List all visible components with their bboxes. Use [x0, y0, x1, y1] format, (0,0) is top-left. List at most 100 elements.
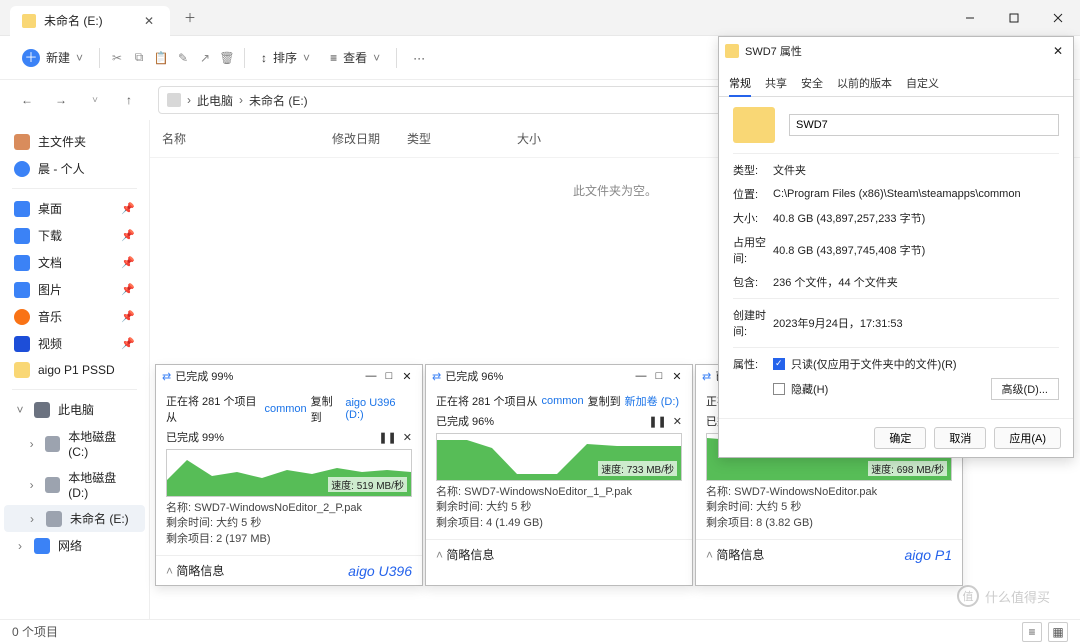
- drive-icon: [46, 511, 62, 527]
- sidebar-personal[interactable]: 晨 - 个人: [4, 155, 145, 182]
- window-controls: [948, 3, 1080, 33]
- prop-type: 文件夹: [773, 162, 1059, 178]
- minimize-button[interactable]: —: [362, 370, 380, 382]
- new-tab-button[interactable]: ＋: [176, 4, 204, 32]
- pin-icon[interactable]: 📌: [121, 202, 135, 215]
- copy-dst[interactable]: 新加卷 (D:): [625, 393, 679, 409]
- maximize-button[interactable]: □: [650, 370, 668, 382]
- pc-icon: [167, 93, 181, 107]
- sidebar-videos[interactable]: 视频📌: [4, 330, 145, 357]
- thumbnails-view-icon[interactable]: ▦: [1048, 622, 1068, 642]
- new-label: 新建: [46, 49, 70, 66]
- paste-icon[interactable]: 📋: [152, 49, 170, 67]
- sidebar-home[interactable]: 主文件夹: [4, 128, 145, 155]
- sidebar-aigo[interactable]: aigo P1 PSSD: [4, 357, 145, 383]
- copy-icon[interactable]: ⧉: [130, 49, 148, 67]
- minimize-button[interactable]: —: [632, 370, 650, 382]
- cancel-icon[interactable]: ✕: [403, 431, 412, 444]
- folder-name-input[interactable]: [789, 114, 1059, 136]
- prop-contains: 236 个文件，44 个文件夹: [773, 274, 1059, 290]
- tab-security[interactable]: 安全: [801, 71, 823, 96]
- pin-icon[interactable]: 📌: [121, 256, 135, 269]
- dots-label: ···: [413, 51, 425, 65]
- forward-button[interactable]: →: [48, 87, 74, 113]
- pin-icon[interactable]: 📌: [121, 229, 135, 242]
- properties-close-icon[interactable]: ✕: [1049, 44, 1067, 58]
- sidebar-music[interactable]: 音乐📌: [4, 303, 145, 330]
- pause-icon[interactable]: ❚❚: [378, 431, 396, 444]
- breadcrumb-root[interactable]: 此电脑: [197, 92, 233, 109]
- back-button[interactable]: ←: [14, 87, 40, 113]
- desktop-icon: [14, 201, 30, 217]
- col-size[interactable]: 大小: [517, 130, 567, 147]
- sort-label: 排序: [273, 49, 297, 66]
- window-tab[interactable]: 未命名 (E:) ✕: [10, 6, 170, 36]
- tab-general[interactable]: 常规: [729, 71, 751, 97]
- dots-button[interactable]: ···: [405, 47, 433, 69]
- watermark: 值 什么值得买: [957, 585, 1050, 607]
- pause-icon[interactable]: ❚❚: [648, 415, 666, 428]
- sidebar-disk-c[interactable]: ›本地磁盘 (C:): [4, 423, 145, 464]
- copy-src[interactable]: common: [541, 395, 583, 407]
- view-button[interactable]: ≡查看˅: [322, 45, 388, 70]
- properties-title: SWD7 属性: [745, 43, 1049, 59]
- titlebar: 未命名 (E:) ✕ ＋: [0, 0, 1080, 36]
- col-type[interactable]: 类型: [407, 130, 517, 147]
- sidebar-pictures[interactable]: 图片📌: [4, 276, 145, 303]
- fewer-details-button[interactable]: ˄ 简略信息: [706, 546, 764, 563]
- up-button[interactable]: ↑: [116, 87, 142, 113]
- tab-close-icon[interactable]: ✕: [140, 14, 158, 28]
- sidebar-disk-d[interactable]: ›本地磁盘 (D:): [4, 464, 145, 505]
- prop-location: C:\Program Files (x86)\Steam\steamapps\c…: [773, 188, 1059, 200]
- sidebar-downloads[interactable]: 下载📌: [4, 222, 145, 249]
- sidebar-disk-e[interactable]: ›未命名 (E:): [4, 505, 145, 532]
- col-date[interactable]: 修改日期: [332, 130, 407, 147]
- copy-src[interactable]: common: [264, 403, 306, 415]
- advanced-button[interactable]: 高级(D)...: [991, 378, 1059, 400]
- rename-icon[interactable]: ✎: [174, 49, 192, 67]
- maximize-button[interactable]: [992, 3, 1036, 33]
- tab-custom[interactable]: 自定义: [906, 71, 939, 96]
- copy-titlebar[interactable]: ⇄已完成 96%—□✕: [426, 365, 692, 387]
- delete-icon[interactable]: 🗑: [218, 49, 236, 67]
- view-label: 查看: [343, 49, 367, 66]
- properties-titlebar[interactable]: SWD7 属性 ✕: [719, 37, 1073, 65]
- copy-dialog-2: ⇄已完成 96%—□✕ 正在将 281 个项目从 common 复制到 新加卷 …: [425, 364, 693, 586]
- sidebar-network[interactable]: ›网络: [4, 532, 145, 559]
- sidebar-desktop[interactable]: 桌面📌: [4, 195, 145, 222]
- pin-icon[interactable]: 📌: [121, 337, 135, 350]
- sort-button[interactable]: ↕排序˅: [253, 45, 318, 70]
- copy-titlebar[interactable]: ⇄已完成 99%—□✕: [156, 365, 422, 387]
- close-button[interactable]: ✕: [668, 370, 686, 383]
- watermark-text: 什么值得买: [985, 587, 1050, 606]
- breadcrumb-seg[interactable]: 未命名 (E:): [249, 92, 308, 109]
- apply-button[interactable]: 应用(A): [994, 427, 1061, 449]
- pin-icon[interactable]: 📌: [121, 310, 135, 323]
- minimize-button[interactable]: [948, 3, 992, 33]
- sidebar-documents[interactable]: 文档📌: [4, 249, 145, 276]
- close-button[interactable]: ✕: [398, 370, 416, 383]
- tab-sharing[interactable]: 共享: [765, 71, 787, 96]
- chevron-down-icon[interactable]: ˅: [82, 87, 108, 113]
- folder-icon: [14, 362, 30, 378]
- close-button[interactable]: [1036, 3, 1080, 33]
- cancel-icon[interactable]: ✕: [673, 415, 682, 428]
- copy-remain: 剩余项目: 8 (3.82 GB): [706, 516, 952, 531]
- sidebar-thispc[interactable]: ˅此电脑: [4, 396, 145, 423]
- cloud-icon: [14, 161, 30, 177]
- readonly-checkbox[interactable]: [773, 358, 785, 370]
- tab-previous[interactable]: 以前的版本: [837, 71, 892, 96]
- fewer-details-button[interactable]: ˄ 简略信息: [436, 546, 494, 563]
- share-icon[interactable]: ↗: [196, 49, 214, 67]
- cancel-button[interactable]: 取消: [934, 427, 986, 449]
- maximize-button[interactable]: □: [380, 370, 398, 382]
- col-name[interactable]: 名称: [162, 130, 332, 147]
- cut-icon[interactable]: ✂: [108, 49, 126, 67]
- fewer-details-button[interactable]: ˄ 简略信息: [166, 562, 224, 579]
- hidden-checkbox[interactable]: [773, 383, 785, 395]
- pin-icon[interactable]: 📌: [121, 283, 135, 296]
- details-view-icon[interactable]: ≡: [1022, 622, 1042, 642]
- copy-dst[interactable]: aigo U396 (D:): [345, 397, 412, 421]
- new-button[interactable]: ＋新建˅: [14, 45, 91, 71]
- ok-button[interactable]: 确定: [874, 427, 926, 449]
